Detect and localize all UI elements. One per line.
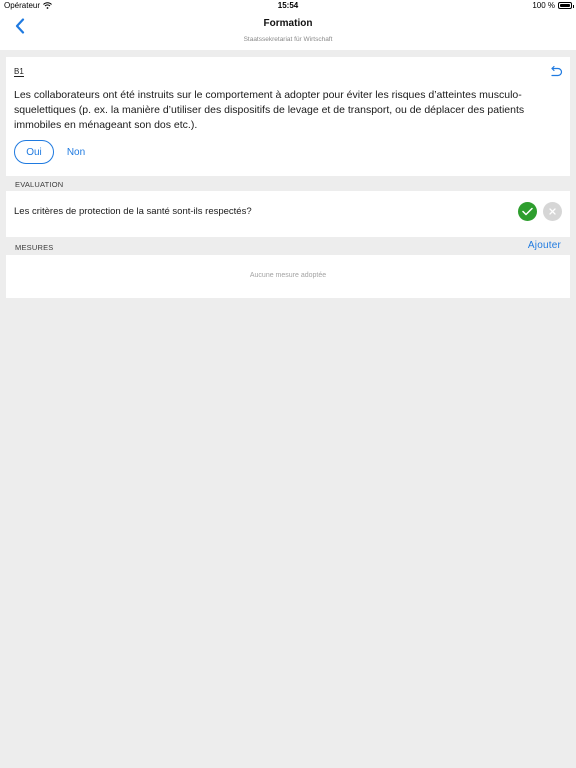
add-mesure-button[interactable]: Ajouter (528, 240, 561, 251)
mesures-header-label: MESURES (15, 243, 54, 252)
question-card: B1 Les collaborateurs ont été instruits … (6, 57, 570, 176)
undo-button[interactable] (549, 65, 563, 79)
evaluation-section-header: EVALUATION (6, 177, 570, 191)
battery-icon (558, 2, 574, 9)
page-subtitle: Staatssekretariat für Wirtschaft (243, 36, 333, 43)
evaluation-header-label: EVALUATION (15, 180, 64, 189)
accept-button[interactable] (518, 202, 537, 221)
navigation-bar: Formation Staatssekretariat für Wirtscha… (0, 12, 576, 50)
question-text: Les collaborateurs ont été instruits sur… (14, 89, 525, 131)
evaluation-question: Les critères de protection de la santé s… (14, 206, 252, 217)
page-title: Formation (263, 18, 313, 29)
evaluation-card: Les critères de protection de la santé s… (6, 191, 570, 237)
battery-status: 100 % (532, 1, 574, 10)
empty-mesures-text: Aucune mesure adoptée (249, 272, 327, 279)
status-bar: Opérateur 15:54 100 % (0, 0, 576, 12)
close-icon (549, 208, 556, 215)
reject-button[interactable] (543, 202, 562, 221)
undo-icon (551, 65, 563, 77)
question-code: B1 (14, 67, 24, 77)
status-time: 15:54 (277, 1, 299, 10)
no-button[interactable]: Non (64, 140, 88, 164)
mesures-section-header: MESURES Ajouter (6, 240, 570, 254)
checkmark-icon (522, 207, 533, 216)
mesures-card: Aucune mesure adoptée (6, 255, 570, 298)
yes-button[interactable]: Oui (14, 140, 54, 164)
battery-label: 100 % (532, 1, 555, 10)
